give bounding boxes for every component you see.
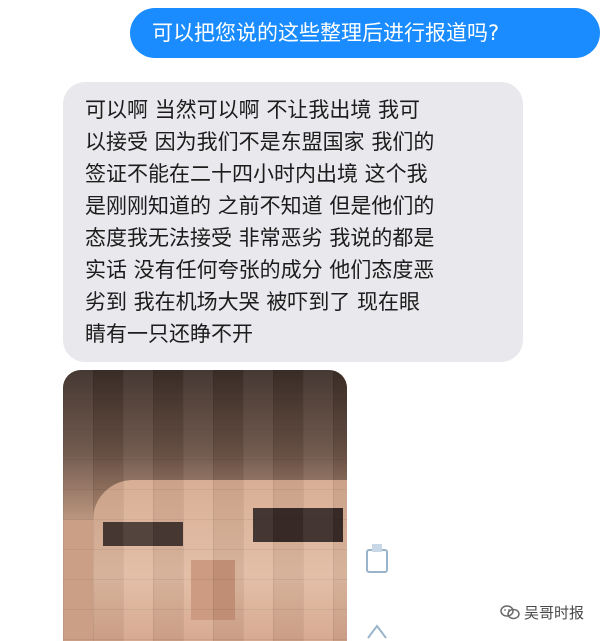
incoming-message-line: 劣到 我在机场大哭 被吓到了 现在眼 [85,290,421,314]
incoming-message-bubble[interactable]: 可以啊 当然可以啊 不让我出境 我可 以接受 因为我们不是东盟国家 我们的 签证… [63,82,523,362]
outgoing-message-text: 可以把您说的这些整理后进行报道吗? [152,21,500,45]
outgoing-message-bubble[interactable]: 可以把您说的这些整理后进行报道吗? [130,8,600,58]
incoming-photo-message[interactable] [63,370,347,641]
incoming-message-line: 是刚刚知道的 之前不知道 但是他们的 [85,194,435,218]
pixelation-overlay [63,370,347,641]
incoming-message-line: 实话 没有任何夸张的成分 他们态度恶 [85,258,435,282]
incoming-message-line: 态度我无法接受 非常恶劣 我说的都是 [85,226,435,250]
incoming-message-line: 签证不能在二十四小时内出境 这个我 [85,162,428,186]
arrow-icon[interactable] [364,620,390,641]
share-icon[interactable] [364,540,390,576]
watermark: 吴哥时报 [500,600,584,624]
incoming-message-line: 以接受 因为我们不是东盟国家 我们的 [85,130,435,154]
watermark-text: 吴哥时报 [524,603,585,622]
incoming-message-line: 可以啊 当然可以啊 不让我出境 我可 [85,98,421,122]
incoming-message-line: 睛有一只还睁不开 [85,322,253,346]
wechat-channel-icon [500,605,520,620]
